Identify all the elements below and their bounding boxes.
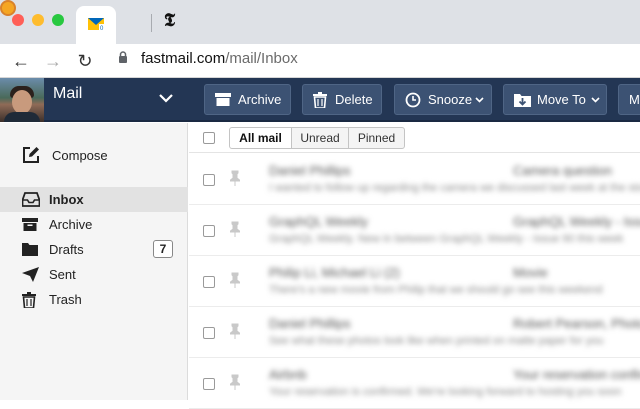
message-preview: GraphQL Weekly. New in between GraphQL W… (269, 233, 624, 245)
message-checkbox[interactable] (203, 225, 215, 237)
address-bar: ← → ↻ (0, 44, 640, 78)
message-checkbox[interactable] (203, 378, 215, 390)
drafts-count-badge: 7 (153, 240, 173, 258)
inbox-icon (22, 192, 40, 207)
lock-icon (119, 51, 127, 63)
drafts-folder-icon (22, 243, 38, 256)
chevron-down-icon (591, 97, 600, 103)
message-row[interactable]: Daniel Phillips Robert Pearson, Photo Se… (189, 307, 640, 358)
message-from: Daniel Phillips (269, 316, 351, 331)
snooze-button-label: Snooze (428, 92, 473, 107)
message-subject: Camera question (513, 163, 612, 178)
chevron-down-icon[interactable] (158, 92, 174, 104)
tab-divider (151, 14, 152, 32)
message-row[interactable]: Philip Li, Michael Li (2) Movie There's … (189, 256, 640, 307)
message-row[interactable]: Daniel Phillips Camera question I wanted… (189, 154, 640, 205)
message-row[interactable]: GraphQL Weekly GraphQL Weekly - Issue Gr… (189, 205, 640, 256)
avatar[interactable] (0, 78, 44, 122)
back-arrow-icon[interactable]: ← (10, 50, 32, 72)
maximize-window-button[interactable] (52, 14, 64, 26)
delete-button-label: Delete (335, 92, 373, 107)
url-host: fastmail.com (141, 50, 226, 67)
archive-button[interactable]: Archive (204, 84, 291, 115)
clock-icon (405, 92, 421, 108)
sidebar-item-archive[interactable]: Archive (0, 212, 188, 237)
message-from: Airbnb (269, 367, 307, 382)
archive-button-label: Archive (238, 92, 282, 107)
pin-icon[interactable] (230, 323, 240, 339)
archive-icon (215, 93, 231, 106)
close-window-button[interactable] (12, 14, 24, 26)
message-row[interactable]: Airbnb Your reservation confirmed Your r… (189, 358, 640, 409)
more-button-label: M (629, 92, 640, 107)
filter-pinned[interactable]: Pinned (348, 127, 405, 149)
move-folder-icon (514, 94, 531, 107)
pin-icon[interactable] (230, 374, 240, 390)
sidebar-item-trash[interactable]: Trash (0, 287, 188, 312)
select-all-checkbox[interactable] (203, 132, 215, 144)
message-subject: Robert Pearson, Photo (513, 316, 640, 331)
more-button[interactable]: M (618, 84, 640, 115)
compose-label: Compose (52, 148, 108, 163)
url-field[interactable]: fastmail.com/mail/Inbox (141, 50, 298, 67)
message-subject: Movie (513, 265, 548, 280)
message-checkbox[interactable] (203, 276, 215, 288)
message-from: Daniel Phillips (269, 163, 351, 178)
snooze-button[interactable]: Snooze (394, 84, 492, 115)
paper-plane-icon (22, 267, 39, 282)
nyt-icon[interactable]: 𝕿 (164, 10, 175, 31)
sidebar-item-label: Drafts (49, 242, 84, 257)
pin-icon[interactable] (230, 170, 240, 186)
trash-icon (22, 292, 36, 308)
filter-all-mail[interactable]: All mail (229, 127, 292, 149)
fastmail-icon: 0 (88, 18, 104, 32)
sidebar-item-label: Sent (49, 267, 76, 282)
trash-icon (313, 92, 327, 108)
message-checkbox[interactable] (203, 174, 215, 186)
sidebar-item-inbox[interactable]: Inbox (0, 187, 188, 212)
sidebar-item-sent[interactable]: Sent (0, 262, 188, 287)
chevron-down-icon (475, 97, 484, 103)
message-preview: I wanted to follow up regarding the came… (269, 182, 640, 194)
minimize-window-button[interactable] (32, 14, 44, 26)
archive-icon (22, 218, 38, 231)
orange-badge-icon[interactable] (0, 0, 16, 16)
message-preview: Your reservation is confirmed. We're loo… (269, 386, 622, 398)
pin-icon[interactable] (230, 272, 240, 288)
message-from: Philip Li, Michael Li (2) (269, 265, 400, 280)
compose-button[interactable]: Compose (0, 141, 188, 169)
message-checkbox[interactable] (203, 327, 215, 339)
reload-icon[interactable]: ↻ (74, 50, 96, 72)
sidebar-item-drafts[interactable]: Drafts 7 (0, 237, 188, 262)
sidebar-item-label: Archive (49, 217, 93, 232)
sidebar-item-label: Trash (49, 292, 82, 307)
move-to-button[interactable]: Move To (503, 84, 607, 115)
forward-arrow-icon[interactable]: → (42, 50, 64, 72)
app-title: Mail (53, 85, 83, 102)
move-to-button-label: Move To (537, 92, 586, 107)
message-preview: See what these photos look like when pri… (269, 335, 604, 347)
delete-button[interactable]: Delete (302, 84, 382, 115)
browser-tab-bar: 0 𝕿 (0, 0, 640, 44)
sidebar-item-label: Inbox (49, 192, 84, 207)
message-preview: There's a new movie from Philip that we … (269, 284, 603, 296)
filter-unread[interactable]: Unread (291, 127, 349, 149)
message-subject: GraphQL Weekly - Issue (513, 214, 640, 229)
pin-icon[interactable] (230, 221, 240, 237)
compose-icon (23, 147, 39, 163)
message-subject: Your reservation confirmed (513, 367, 640, 382)
message-from: GraphQL Weekly (269, 214, 368, 229)
url-path: /mail/Inbox (225, 50, 298, 67)
